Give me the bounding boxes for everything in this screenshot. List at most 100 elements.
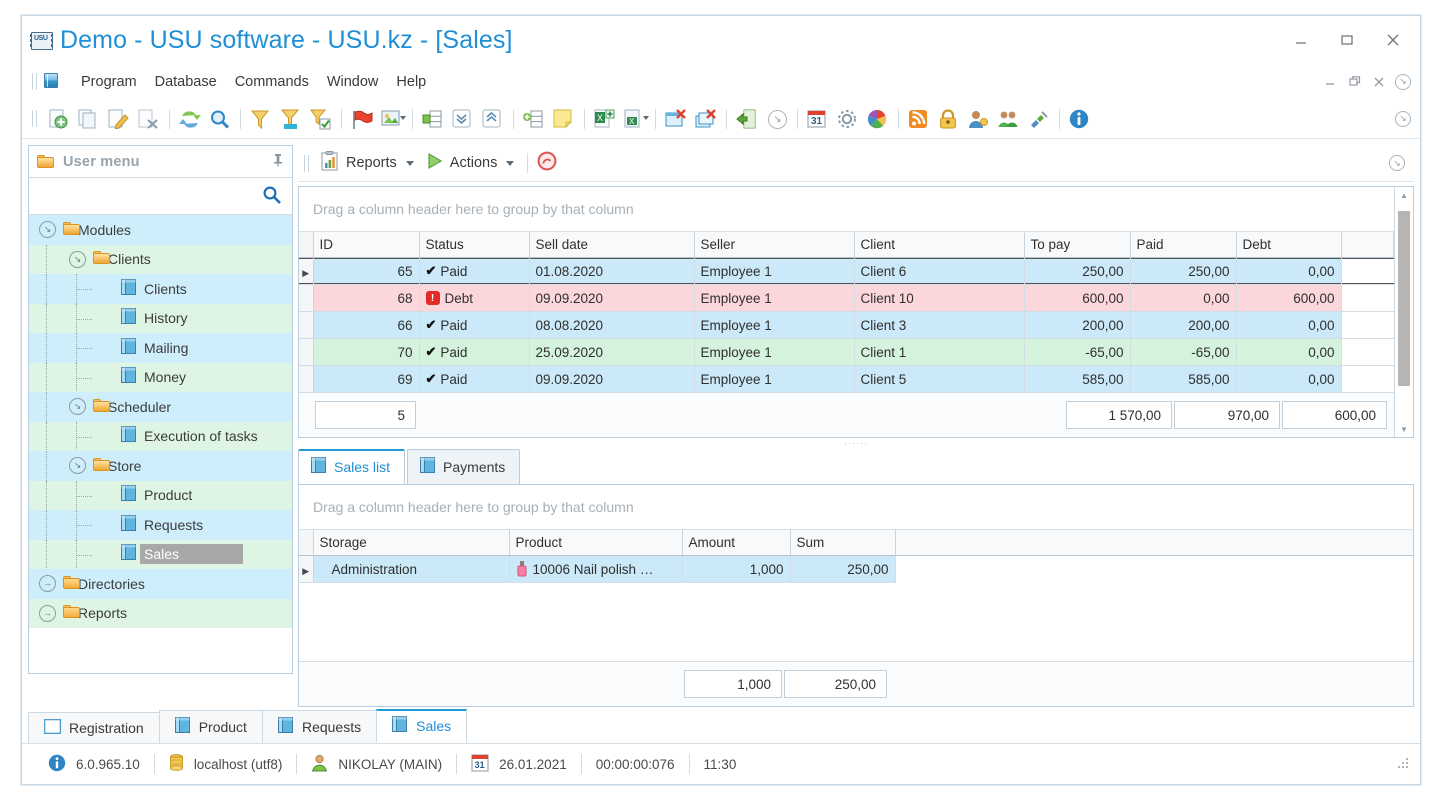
column-header-status[interactable]: Status xyxy=(419,232,530,258)
scroll-thumb[interactable] xyxy=(1398,211,1410,386)
settings-icon[interactable] xyxy=(834,105,862,133)
flag-icon[interactable] xyxy=(348,105,376,133)
search-icon[interactable] xyxy=(206,105,234,133)
export-excel-icon[interactable]: X xyxy=(591,105,619,133)
column-header-debt[interactable]: Debt xyxy=(1236,232,1342,258)
scroll-down-button[interactable]: ▼ xyxy=(1395,421,1413,437)
tab-sales-list[interactable]: Sales list xyxy=(298,449,406,484)
tree-expander-icon[interactable]: ↘ xyxy=(39,221,56,239)
note-icon[interactable] xyxy=(550,105,578,133)
copy-record-icon[interactable] xyxy=(75,105,103,133)
tree-expander-icon[interactable]: ↘ xyxy=(69,398,86,416)
user-rights-icon[interactable] xyxy=(965,105,993,133)
menu-item-window[interactable]: Window xyxy=(318,71,388,93)
table-row[interactable]: ▶ 65 ✔ Paid 01.08.2020 Employee 1 Client 6 250,… xyxy=(299,257,1394,285)
tree-item-store[interactable]: ↘ Store xyxy=(29,451,292,481)
detail-group-panel[interactable]: Drag a column header here to group by th… xyxy=(299,485,1413,530)
mdi-minimize-button[interactable] xyxy=(1320,71,1342,93)
maximize-button[interactable] xyxy=(1324,23,1370,57)
column-header-client[interactable]: Client xyxy=(854,232,1025,258)
minimize-button[interactable] xyxy=(1278,23,1324,57)
minimize-all-icon[interactable]: ↘ xyxy=(763,105,791,133)
tree-item-execution-of-tasks[interactable]: Execution of tasks xyxy=(29,421,292,452)
horizontal-splitter[interactable]: ······ xyxy=(298,438,1414,448)
filter-icon[interactable] xyxy=(247,105,275,133)
menu-item-commands[interactable]: Commands xyxy=(226,71,318,93)
actions-button[interactable]: Actions xyxy=(422,149,523,177)
tree-expander-icon[interactable]: → xyxy=(39,575,56,593)
search-input[interactable] xyxy=(37,187,262,205)
filter-apply-icon[interactable] xyxy=(307,105,335,133)
tree-item-requests[interactable]: Requests xyxy=(29,510,292,540)
mdi-expand-icon[interactable]: ↘ xyxy=(1392,71,1414,93)
toolbar-expand-icon[interactable]: ↘ xyxy=(1392,108,1414,130)
info-icon[interactable] xyxy=(1066,105,1094,133)
app-menu-icon[interactable] xyxy=(44,73,61,90)
reports-button[interactable]: Reports xyxy=(316,148,422,178)
tree-expander-icon[interactable]: ↘ xyxy=(69,250,86,268)
table-row[interactable]: 69 ✔ Paid 09.09.2020 Employee 1 Client 5 585,0… xyxy=(299,365,1394,392)
content-expand-icon[interactable]: ↘ xyxy=(1386,152,1408,174)
tree-item-clients[interactable]: ↘ Clients xyxy=(29,244,292,275)
column-header-product[interactable]: Product xyxy=(509,530,683,556)
column-header-sell-date[interactable]: Sell date xyxy=(529,232,695,258)
window-close-all-icon[interactable] xyxy=(692,105,720,133)
tree-item-clients[interactable]: Clients xyxy=(29,274,292,304)
scroll-track[interactable] xyxy=(1395,203,1413,421)
sales-grid-scrollbar[interactable]: ▲ ▼ xyxy=(1394,187,1413,437)
plugin-icon[interactable] xyxy=(1025,105,1053,133)
cancel-button[interactable] xyxy=(533,148,565,178)
table-row[interactable]: 66 ✔ Paid 08.08.2020 Employee 1 Client 3 200,0… xyxy=(299,311,1394,339)
tree-item-sales[interactable]: Sales xyxy=(29,539,292,570)
add-column-icon[interactable] xyxy=(520,105,548,133)
exit-icon[interactable] xyxy=(733,105,761,133)
pin-icon[interactable] xyxy=(272,153,284,170)
export-file-icon[interactable]: X xyxy=(621,105,649,133)
edit-record-icon[interactable] xyxy=(105,105,133,133)
resize-grip-icon[interactable] xyxy=(1396,756,1410,773)
group-panel[interactable]: Drag a column header here to group by th… xyxy=(299,187,1394,232)
column-header-storage[interactable]: Storage xyxy=(313,530,510,556)
lock-icon[interactable] xyxy=(935,105,963,133)
column-header-amount[interactable]: Amount xyxy=(682,530,791,556)
menu-item-database[interactable]: Database xyxy=(146,71,226,93)
tree-item-history[interactable]: History xyxy=(29,303,292,334)
tree-item-money[interactable]: Money xyxy=(29,362,292,393)
mdi-close-button[interactable] xyxy=(1368,71,1390,93)
menu-item-program[interactable]: Program xyxy=(72,71,146,93)
expand-all-icon[interactable] xyxy=(449,105,477,133)
image-icon[interactable] xyxy=(378,105,406,133)
tree-item-reports[interactable]: → Reports xyxy=(29,598,292,628)
window-tab-product[interactable]: Product xyxy=(158,710,263,743)
table-row[interactable]: ▶ Administration 10006 Nail polish … 1,000 2… xyxy=(299,555,1413,583)
tree-expander-icon[interactable]: → xyxy=(39,604,56,622)
window-tab-registration[interactable]: Registration xyxy=(28,712,160,743)
window-close-icon[interactable] xyxy=(662,105,690,133)
collapse-all-icon[interactable] xyxy=(479,105,507,133)
tree-item-product[interactable]: Product xyxy=(29,480,292,511)
window-tab-requests[interactable]: Requests xyxy=(261,710,378,743)
mdi-restore-button[interactable] xyxy=(1344,71,1366,93)
color-icon[interactable] xyxy=(864,105,892,133)
rss-icon[interactable] xyxy=(905,105,933,133)
group-icon[interactable] xyxy=(419,105,447,133)
close-button[interactable] xyxy=(1370,23,1416,57)
tree-item-scheduler[interactable]: ↘ Scheduler xyxy=(29,392,292,422)
add-record-icon[interactable] xyxy=(45,105,73,133)
column-header-sum[interactable]: Sum xyxy=(790,530,896,556)
delete-record-icon[interactable] xyxy=(135,105,163,133)
column-header-seller[interactable]: Seller xyxy=(694,232,855,258)
filter-clear-icon[interactable] xyxy=(277,105,305,133)
refresh-icon[interactable] xyxy=(176,105,204,133)
toolbar-drag-grip[interactable] xyxy=(32,110,37,127)
menu-drag-grip[interactable] xyxy=(32,73,37,90)
column-header-to-pay[interactable]: To pay xyxy=(1024,232,1131,258)
search-icon[interactable] xyxy=(262,185,282,208)
tree-item-mailing[interactable]: Mailing xyxy=(29,333,292,363)
window-tab-sales[interactable]: Sales xyxy=(376,709,468,743)
tree-item-directories[interactable]: → Directories xyxy=(29,569,292,599)
table-row[interactable]: 70 ✔ Paid 25.09.2020 Employee 1 Client 1 -65,0… xyxy=(299,338,1394,366)
menu-item-help[interactable]: Help xyxy=(387,71,435,93)
tab-payments[interactable]: Payments xyxy=(407,449,521,484)
tree-expander-icon[interactable]: ↘ xyxy=(69,457,86,475)
